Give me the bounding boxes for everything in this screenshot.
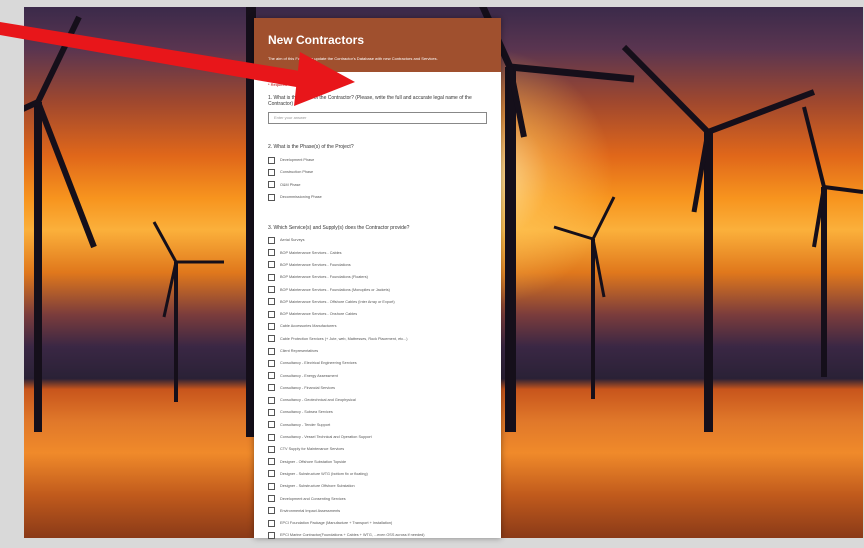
red-arrow-annotation	[0, 22, 355, 106]
arrow-head	[294, 52, 355, 106]
arrow-shaft	[0, 22, 306, 88]
